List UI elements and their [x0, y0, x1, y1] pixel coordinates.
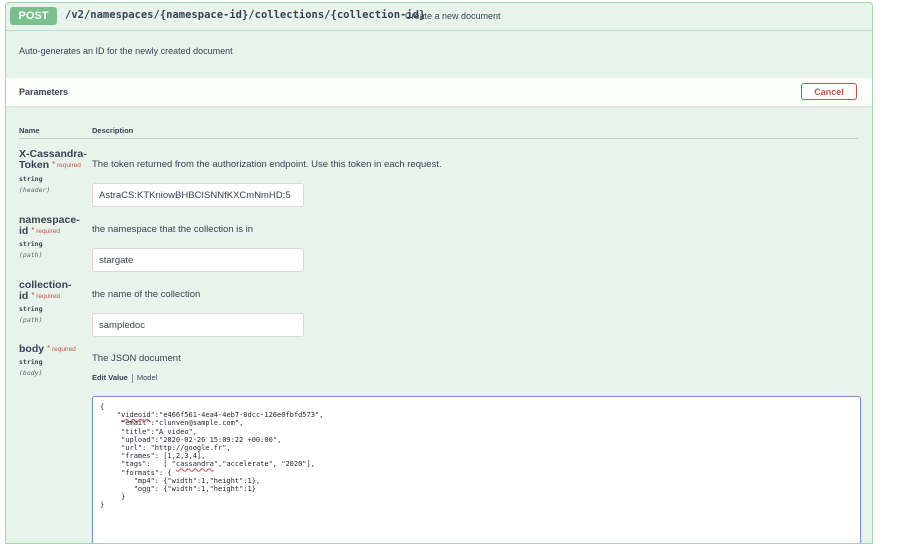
tab-model[interactable]: Model — [137, 373, 157, 382]
page-scrollbar-track — [890, 0, 900, 535]
required-label: required — [36, 228, 61, 235]
required-label: required — [51, 346, 76, 353]
param-type: string — [19, 240, 43, 248]
operation-summary-text: Create a new document — [405, 11, 501, 21]
required-marker: * required — [47, 344, 76, 353]
json-line: "title":"A video", — [100, 427, 197, 436]
required-label: required — [57, 162, 81, 169]
json-line: "videoid":"e466f561-4ea4-4eb7-8dcc-126e0… — [100, 411, 324, 420]
column-header-name: Name — [19, 126, 40, 135]
required-marker: * required — [52, 160, 81, 169]
operation-block: POST /v2/namespaces/{namespace-id}/colle… — [5, 2, 873, 544]
required-label: required — [36, 293, 61, 300]
method-badge: POST — [10, 7, 57, 25]
json-line: "frames": [1,2,3,4], — [100, 452, 206, 461]
parameters-header: Parameters Cancel — [6, 78, 872, 106]
param-description: the namespace that the collection is in — [92, 224, 254, 235]
tab-edit-value[interactable]: Edit Value — [92, 373, 128, 382]
param-type: string — [19, 305, 43, 313]
param-description: The token returned from the authorizatio… — [92, 159, 442, 170]
param-name-line1: namespace- — [19, 214, 80, 226]
column-header-description: Description — [92, 126, 134, 135]
param-description: The JSON document — [92, 353, 181, 364]
param-location: (body) — [19, 369, 43, 377]
namespace-id-input[interactable] — [92, 248, 304, 272]
body-tabs: Edit Value Model — [92, 373, 157, 383]
tab-separator — [131, 373, 133, 383]
json-line: "mp4": {"width":1,"height":1}, — [100, 476, 261, 485]
json-line: "ogg": {"width":1,"height":1} — [100, 485, 256, 494]
param-location: (header) — [19, 186, 51, 194]
param-location: (path) — [19, 251, 43, 259]
param-location: (path) — [19, 316, 43, 324]
param-name-body: body * required — [19, 344, 76, 356]
json-line: { — [100, 403, 105, 411]
json-line: "upload":"2020-02-26 15:09:22 +00:00", — [100, 435, 282, 444]
parameters-title: Parameters — [19, 87, 69, 97]
body-json-editor[interactable]: { "videoid":"e466f561-4ea4-4eb7-8dcc-126… — [92, 396, 861, 543]
header-divider — [19, 138, 858, 139]
param-description: the name of the collection — [92, 289, 201, 300]
param-name-namespace-id: namespace- id * required — [19, 215, 80, 238]
param-name-line2: Token — [19, 159, 50, 171]
cancel-button[interactable]: Cancel — [801, 83, 857, 100]
token-input[interactable] — [92, 183, 304, 207]
json-line: } — [100, 501, 105, 510]
required-marker: * required — [31, 226, 61, 235]
json-line: "tags": [ "cassandra","accelerate", "202… — [100, 460, 315, 469]
endpoint-path: /v2/namespaces/{namespace-id}/collection… — [65, 9, 426, 21]
param-name-collection-id: collection- id * required — [19, 280, 72, 303]
param-type: string — [19, 175, 43, 183]
json-line: } — [100, 493, 126, 502]
param-name-line2: id — [19, 225, 29, 237]
json-line: "url": "http://google.fr", — [100, 444, 231, 453]
param-name-line2: id — [19, 290, 29, 302]
operation-description: Auto-generates an ID for the newly creat… — [19, 46, 233, 56]
json-line: "email":"clunven@sample.com", — [100, 419, 244, 428]
body-json-text[interactable]: { "videoid":"e466f561-4ea4-4eb7-8dcc-126… — [93, 397, 860, 516]
param-type: string — [19, 358, 43, 366]
collection-id-input[interactable] — [92, 313, 304, 337]
json-line: "formats": { — [100, 468, 172, 477]
param-name-x-cassandra-token: X-Cassandra- Token * required — [19, 149, 87, 172]
param-name-line1: body — [19, 343, 45, 355]
required-marker: * required — [31, 291, 61, 300]
operation-summary[interactable]: POST /v2/namespaces/{namespace-id}/colle… — [6, 3, 872, 31]
